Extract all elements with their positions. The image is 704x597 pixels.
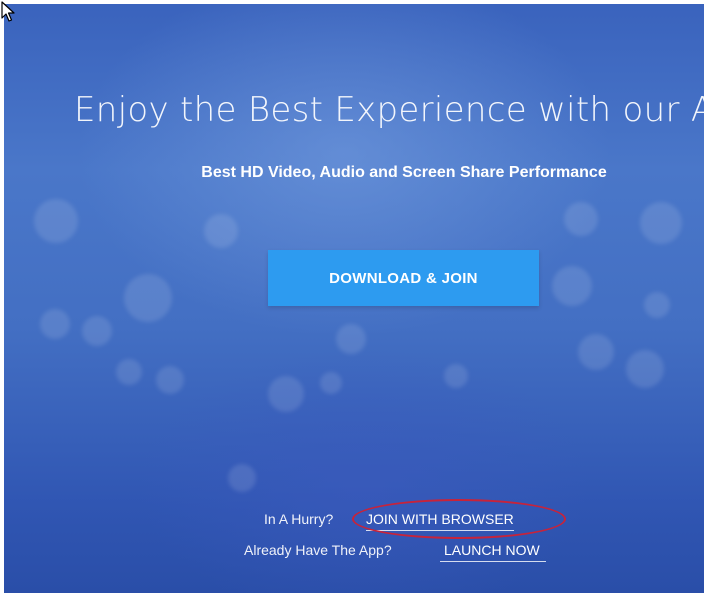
bokeh-decoration [204, 214, 238, 248]
bokeh-decoration [124, 274, 172, 322]
bokeh-decoration [320, 372, 342, 394]
hurry-prompt-text: In A Hurry? [264, 511, 334, 527]
bokeh-decoration [268, 376, 304, 412]
bokeh-decoration [578, 334, 614, 370]
app-download-page: Enjoy the Best Experience with our App B… [4, 4, 704, 593]
bokeh-decoration [156, 366, 184, 394]
bokeh-decoration [552, 266, 592, 306]
join-with-browser-link[interactable]: JOIN WITH BROWSER [366, 511, 514, 531]
bokeh-decoration [640, 202, 682, 244]
bokeh-decoration [40, 309, 70, 339]
bokeh-decoration [116, 359, 142, 385]
have-app-prompt-text: Already Have The App? [244, 542, 392, 558]
bokeh-decoration [34, 199, 78, 243]
launch-now-link[interactable]: LAUNCH NOW [440, 542, 546, 562]
bokeh-decoration [336, 324, 366, 354]
page-title: Enjoy the Best Experience with our App [74, 90, 704, 130]
bokeh-decoration [228, 464, 256, 492]
bokeh-decoration [626, 350, 664, 388]
bokeh-decoration [564, 202, 598, 236]
bokeh-decoration [82, 316, 112, 346]
mouse-pointer-icon [1, 1, 15, 22]
bokeh-decoration [444, 364, 468, 388]
download-and-join-button[interactable]: DOWNLOAD & JOIN [268, 250, 539, 306]
page-subtitle: Best HD Video, Audio and Screen Share Pe… [201, 164, 607, 181]
bokeh-decoration [644, 292, 670, 318]
